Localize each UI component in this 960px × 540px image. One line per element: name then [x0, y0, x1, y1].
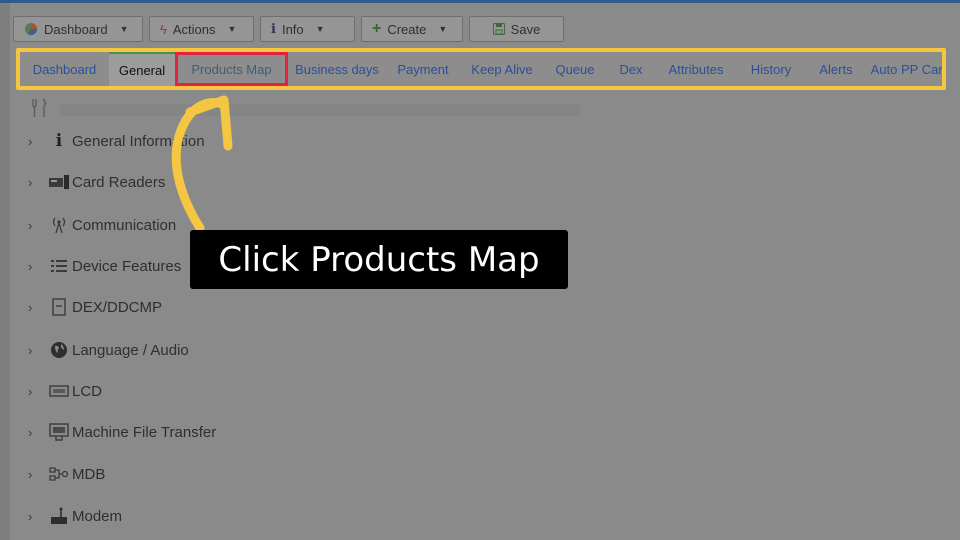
instruction-callout: Click Products Map: [190, 230, 568, 289]
callout-text: Click Products Map: [218, 239, 540, 280]
